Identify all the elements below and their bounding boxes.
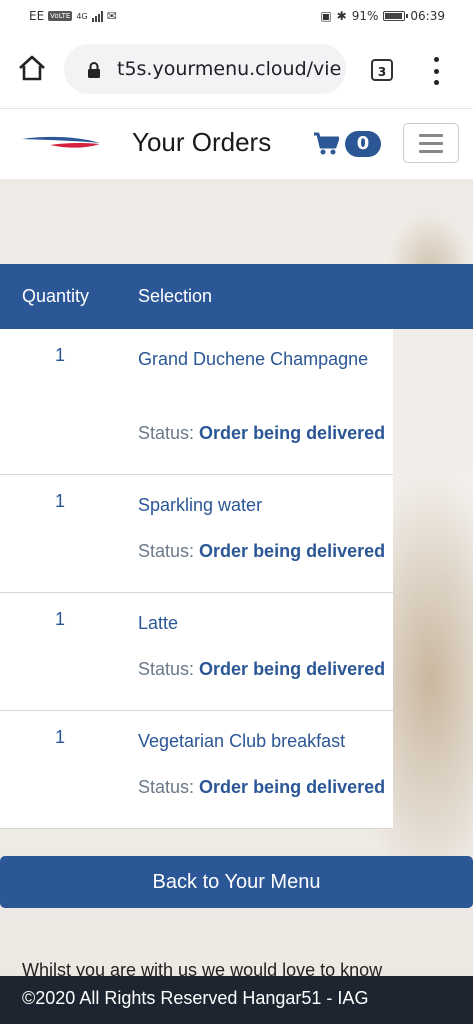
order-quantity: 1 (55, 609, 66, 629)
table-row: 1 Vegetarian Club breakfast Status: Orde… (0, 711, 393, 829)
column-header-selection: Selection (138, 286, 213, 306)
column-header-quantity: Quantity (22, 286, 90, 306)
status-value: Order being delivered (199, 659, 386, 679)
menu-line-icon (419, 149, 443, 153)
cart-button[interactable]: 0 (313, 131, 381, 157)
dot-icon (433, 68, 439, 74)
nfc-icon: ▣ (320, 9, 332, 23)
dot-icon (433, 57, 439, 62)
status-value: Order being delivered (199, 423, 386, 443)
status-right: ▣ ✱ 91% 06:39 (320, 9, 445, 23)
status-bar: EE VoLTE 4G ✉ ▣ ✱ 91% 06:39 (0, 0, 473, 32)
mail-icon: ✉ (106, 9, 117, 23)
app-header: Your Orders 0 (0, 109, 473, 179)
url-text: t5s.yourmenu.cloud/vie (117, 58, 342, 80)
network-label: 4G (76, 11, 88, 21)
order-status: Status: Order being delivered (138, 773, 388, 801)
carrier-label: EE (29, 9, 45, 23)
hamburger-menu-button[interactable] (403, 123, 459, 163)
copyright-text: ©2020 All Rights Reserved Hangar51 - IAG (22, 988, 369, 1008)
bluetooth-icon: ✱ (336, 9, 347, 23)
order-selection: Vegetarian Club breakfast (138, 731, 346, 751)
order-status: Status: Order being delivered (138, 537, 388, 565)
browser-toolbar: t5s.yourmenu.cloud/vie 3 (0, 32, 473, 109)
clock: 06:39 (410, 9, 445, 23)
browser-menu-button[interactable] (430, 57, 442, 85)
order-status: Status: Order being delivered (138, 655, 388, 683)
status-value: Order being delivered (199, 541, 386, 561)
status-label: Status: (138, 541, 195, 561)
home-button[interactable] (16, 52, 48, 84)
order-status: Status: Order being delivered (138, 419, 388, 447)
volte-badge: VoLTE (48, 11, 73, 21)
order-selection: Sparkling water (138, 495, 263, 515)
airline-logo[interactable] (20, 133, 102, 153)
battery-percent: 91% (351, 9, 379, 23)
orders-list: 1 Grand Duchene Champagne Status: Order … (0, 329, 393, 829)
dot-icon (433, 80, 439, 85)
status-value: Order being delivered (199, 777, 386, 797)
table-row: 1 Latte Status: Order being delivered (0, 593, 393, 711)
order-selection: Latte (138, 613, 179, 633)
table-row: 1 Grand Duchene Champagne Status: Order … (0, 329, 393, 475)
address-bar[interactable]: t5s.yourmenu.cloud/vie (64, 44, 346, 94)
signal-icon (91, 10, 103, 22)
status-label: Status: (138, 423, 195, 443)
page-footer: ©2020 All Rights Reserved Hangar51 - IAG (0, 976, 473, 1024)
page-title: Your Orders (132, 127, 272, 157)
status-label: Status: (138, 777, 195, 797)
menu-line-icon (419, 141, 443, 145)
order-quantity: 1 (55, 727, 66, 747)
cart-count-badge: 0 (345, 131, 381, 157)
cart-icon (314, 132, 339, 155)
back-to-menu-button[interactable]: Back to Your Menu (0, 856, 473, 908)
status-left: EE VoLTE 4G ✉ (29, 9, 117, 23)
table-row: 1 Sparkling water Status: Order being de… (0, 475, 393, 593)
status-label: Status: (138, 659, 195, 679)
order-selection: Grand Duchene Champagne (138, 349, 369, 369)
order-quantity: 1 (55, 345, 66, 365)
home-icon (19, 55, 45, 81)
lock-icon (88, 62, 100, 78)
tab-switcher-button[interactable]: 3 (371, 59, 393, 81)
orders-table-header: Quantity Selection (0, 264, 473, 329)
menu-line-icon (419, 133, 443, 137)
order-quantity: 1 (55, 491, 66, 511)
battery-icon (383, 11, 409, 21)
